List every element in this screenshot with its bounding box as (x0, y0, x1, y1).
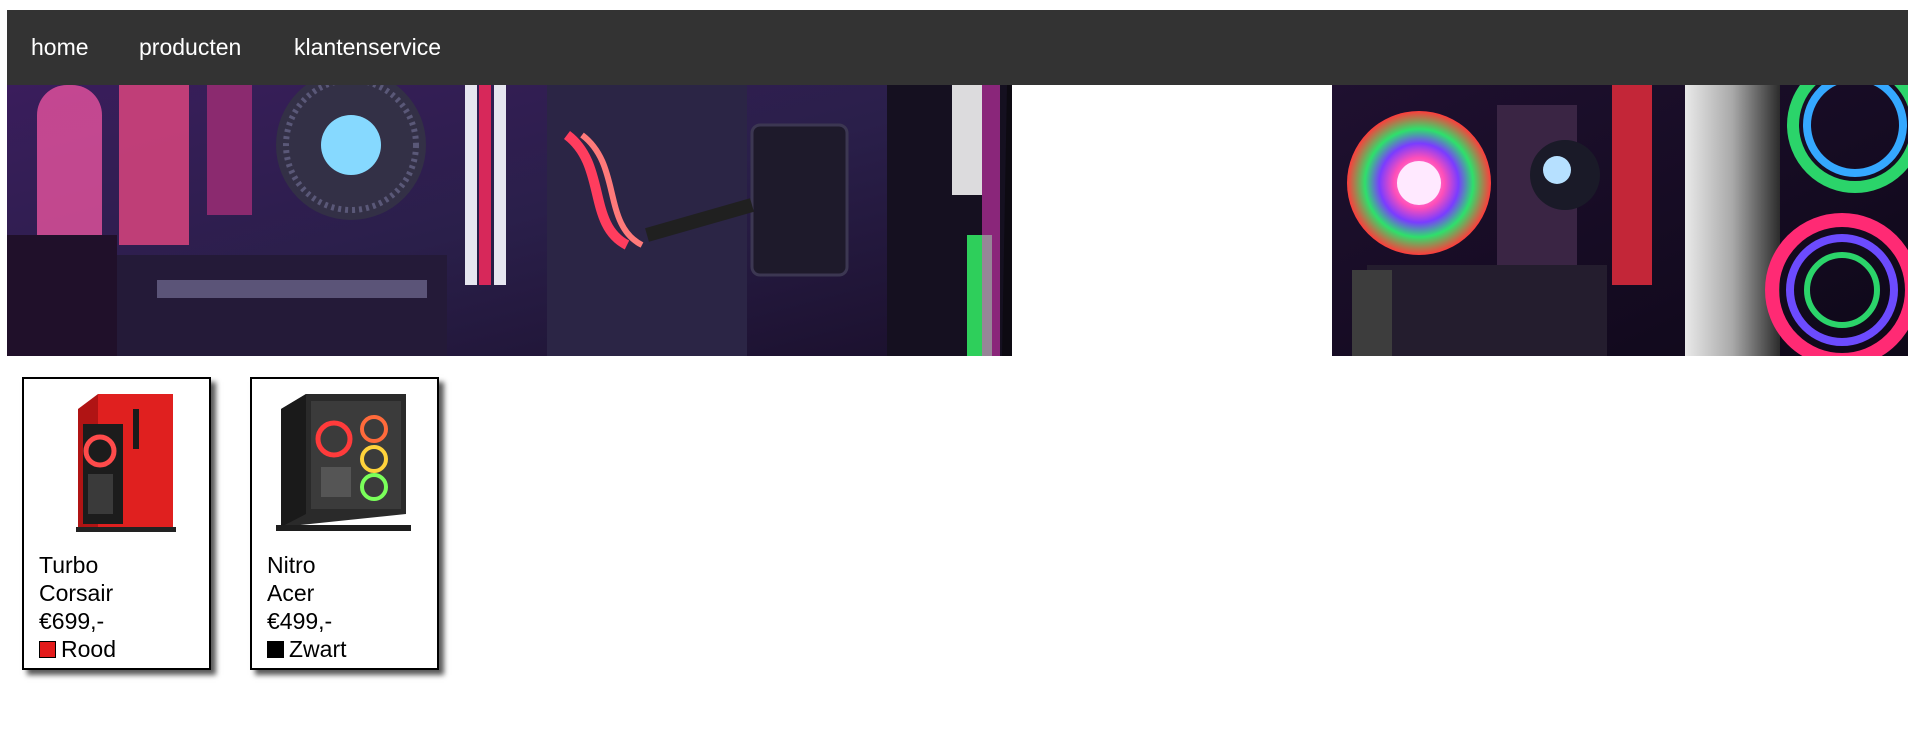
top-nav: home producten klantenservice (7, 10, 1908, 85)
product-info: Turbo Corsair €699,- Rood (39, 551, 116, 663)
color-swatch (39, 641, 56, 658)
product-color-label: Rood (61, 636, 116, 662)
nav-item-home[interactable]: home (31, 10, 89, 85)
product-color: Rood (39, 635, 116, 663)
page: home producten klantenservice Turbo Cors… (0, 0, 1914, 737)
product-image-black-case (266, 389, 423, 539)
product-card[interactable]: Turbo Corsair €699,- Rood (22, 377, 211, 670)
nav-item-klantenservice[interactable]: klantenservice (294, 10, 441, 85)
color-swatch (267, 641, 284, 658)
product-name-line2: Acer (267, 580, 315, 606)
product-info: Nitro Acer €499,- Zwart (267, 551, 347, 663)
product-price: €499,- (267, 608, 333, 634)
product-name-line2: Corsair (39, 580, 114, 606)
product-name-line1: Nitro (267, 552, 316, 578)
product-card[interactable]: Nitro Acer €499,- Zwart (250, 377, 439, 670)
product-price: €699,- (39, 608, 105, 634)
nav-item-producten[interactable]: producten (139, 10, 241, 85)
hero-banner-image (7, 85, 1908, 356)
product-name-line1: Turbo (39, 552, 99, 578)
product-image-red-case (38, 389, 195, 539)
product-color-label: Zwart (289, 636, 347, 662)
product-color: Zwart (267, 635, 347, 663)
